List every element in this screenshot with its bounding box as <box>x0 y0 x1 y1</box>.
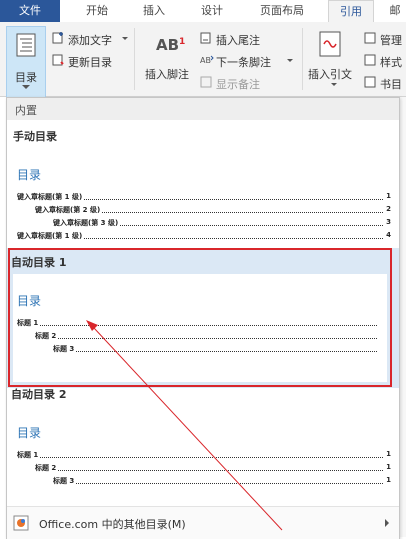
annotation-arrow <box>86 320 283 531</box>
